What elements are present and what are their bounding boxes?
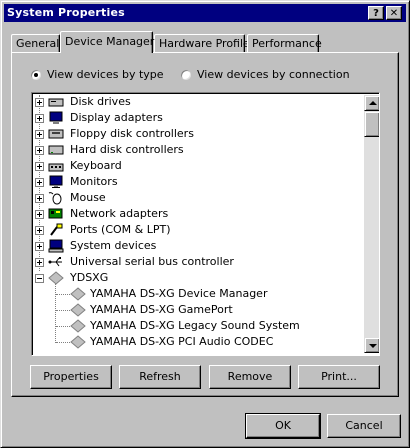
tree-row-label: Hard disk controllers	[70, 143, 184, 156]
radio-circle	[30, 69, 42, 81]
ydsxg-device-icon	[70, 335, 86, 349]
window-title: System Properties	[7, 6, 125, 19]
tree-row-floppy-disk-controllers[interactable]: Floppy disk controllers	[32, 126, 362, 142]
tree-row-yamaha-device-manager[interactable]: YAMAHA DS-XG Device Manager	[32, 286, 362, 302]
expand-plus-icon[interactable]	[35, 226, 44, 235]
title-bar[interactable]: System Properties ? ✕	[4, 4, 406, 22]
expand-plus-icon[interactable]	[35, 258, 44, 267]
radio-selected-dot	[34, 73, 38, 77]
tree-row-label: YAMAHA DS-XG PCI Audio CODEC	[90, 335, 274, 348]
expand-plus-icon[interactable]	[35, 98, 44, 107]
scroll-thumb[interactable]	[364, 111, 379, 137]
system-device-icon	[48, 239, 64, 253]
disk-drive-icon	[48, 98, 64, 107]
close-button[interactable]: ✕	[386, 6, 402, 20]
tree-row-mouse[interactable]: Mouse	[32, 190, 362, 206]
network-adapter-icon	[48, 208, 63, 219]
tree-row-label: Ports (COM & LPT)	[70, 223, 171, 236]
tree-row-disk-drives[interactable]: Disk drives	[32, 94, 362, 110]
tree-row-label: YAMAHA DS-XG Legacy Sound System	[90, 319, 300, 332]
expand-plus-icon[interactable]	[35, 242, 44, 251]
display-adapter-icon	[49, 111, 63, 124]
tree-row-label: YAMAHA DS-XG Device Manager	[90, 287, 268, 300]
keyboard-icon	[48, 163, 64, 172]
scroll-down-button[interactable]	[364, 337, 379, 353]
mouse-icon	[48, 192, 62, 205]
expand-plus-icon[interactable]	[35, 210, 44, 219]
tab-device-manager[interactable]: Device Manager	[60, 31, 154, 53]
tree-row-display-adapters[interactable]: Display adapters	[32, 110, 362, 126]
expand-plus-icon[interactable]	[35, 194, 44, 203]
tree-row-yamaha-gameport[interactable]: YAMAHA DS-XG GamePort	[32, 302, 362, 318]
tree-row-label: Keyboard	[70, 159, 122, 172]
vertical-scrollbar[interactable]	[364, 95, 379, 353]
usb-icon	[48, 257, 62, 267]
ydsxg-device-icon	[70, 319, 86, 333]
tree-row-label: System devices	[70, 239, 157, 252]
tree-row-label: Monitors	[70, 175, 118, 188]
tree-row-yamaha-legacy-sound[interactable]: YAMAHA DS-XG Legacy Sound System	[32, 318, 362, 334]
tree-row-system-devices[interactable]: System devices	[32, 238, 362, 254]
tree-row-network-adapters[interactable]: Network adapters	[32, 206, 362, 222]
ydsxg-device-icon	[48, 271, 64, 285]
tree-row-label: YAMAHA DS-XG GamePort	[90, 303, 233, 316]
tab-performance[interactable]: Performance	[247, 34, 322, 52]
tree-row-hard-disk-controllers[interactable]: Hard disk controllers	[32, 142, 362, 158]
scroll-up-button[interactable]	[364, 95, 379, 111]
tree-row-monitors[interactable]: Monitors	[32, 174, 362, 190]
tab-general[interactable]: General	[11, 34, 60, 52]
tree-row-yamaha-pci-codec[interactable]: YAMAHA DS-XG PCI Audio CODEC	[32, 334, 362, 350]
view-by-connection-label: View devices by connection	[197, 68, 350, 81]
system-properties-window: System Properties ? ✕ General Device Man…	[0, 0, 410, 448]
expand-plus-icon[interactable]	[35, 130, 44, 139]
ok-button[interactable]: OK	[245, 413, 321, 439]
expand-plus-icon[interactable]	[35, 146, 44, 155]
remove-button[interactable]: Remove	[209, 365, 291, 389]
device-tree[interactable]: Disk drives Display adapters Floppy disk…	[31, 92, 380, 356]
tree-row-label: Disk drives	[70, 95, 131, 108]
tree-row-ports[interactable]: Ports (COM & LPT)	[32, 222, 362, 238]
tree-row-label: Universal serial bus controller	[70, 255, 234, 268]
expand-plus-icon[interactable]	[35, 114, 44, 123]
print-button[interactable]: Print...	[298, 365, 380, 389]
tree-row-ydsxg[interactable]: YDSXG	[32, 270, 362, 286]
help-button[interactable]: ?	[368, 6, 384, 20]
collapse-minus-icon[interactable]	[35, 274, 44, 283]
expand-plus-icon[interactable]	[35, 162, 44, 171]
tree-row-label: Floppy disk controllers	[70, 127, 194, 140]
tree-row-label: Network adapters	[70, 207, 169, 220]
tree-row-label: Display adapters	[70, 111, 163, 124]
monitor-icon	[49, 175, 63, 188]
tree-row-label: YDSXG	[70, 271, 109, 284]
arrow-down-icon	[369, 344, 377, 348]
tree-row-label: Mouse	[70, 191, 106, 204]
tree-row-usb-controller[interactable]: Universal serial bus controller	[32, 254, 362, 270]
hard-disk-controller-icon	[48, 145, 64, 155]
view-by-type-label: View devices by type	[47, 68, 164, 81]
arrow-up-icon	[369, 101, 377, 105]
tree-row-keyboard[interactable]: Keyboard	[32, 158, 362, 174]
ydsxg-device-icon	[70, 287, 86, 301]
cancel-button[interactable]: Cancel	[327, 414, 401, 438]
port-icon	[50, 223, 63, 236]
refresh-button[interactable]: Refresh	[119, 365, 201, 389]
properties-button[interactable]: Properties	[30, 365, 112, 389]
tab-hardware-profiles[interactable]: Hardware Profiles	[154, 34, 256, 52]
ydsxg-device-icon	[70, 303, 86, 317]
floppy-controller-icon	[48, 129, 64, 139]
radio-circle	[180, 69, 192, 81]
expand-plus-icon[interactable]	[35, 178, 44, 187]
